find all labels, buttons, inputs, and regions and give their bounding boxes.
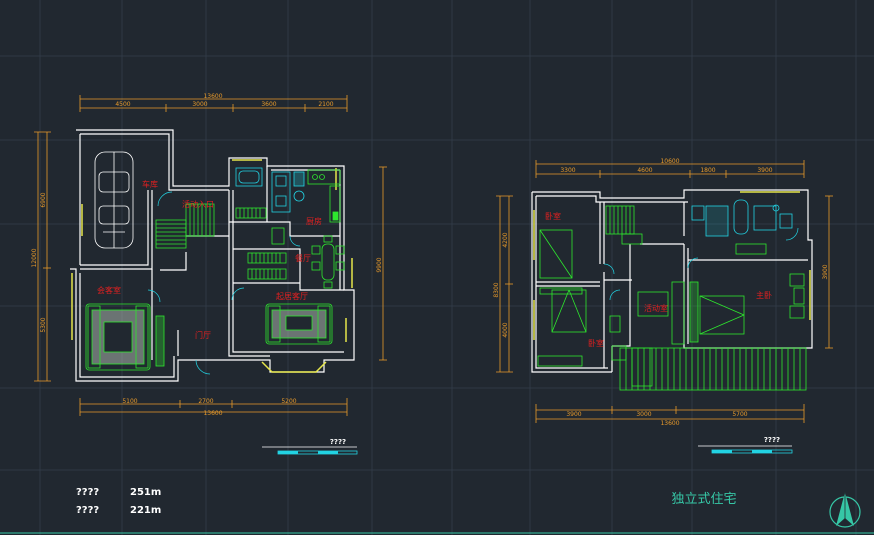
upper-dim-top-part: 3300 bbox=[560, 167, 575, 174]
room-label-bedroom-2: 卧室 bbox=[588, 338, 604, 348]
upper-dim-right: 3900 bbox=[822, 264, 829, 279]
ground-dim-top-part: 3000 bbox=[192, 101, 207, 108]
upper-dim-bottom-total: 13600 bbox=[660, 420, 679, 427]
upper-bathroom-fixtures bbox=[691, 199, 793, 237]
cad-drawing-canvas[interactable]: 13600 4500 3000 3600 2100 5100 2700 5200… bbox=[0, 0, 874, 535]
ground-dim-left-part: 5300 bbox=[40, 317, 47, 332]
ground-scale-bar bbox=[262, 446, 358, 455]
upper-scale-label: ???? bbox=[764, 436, 780, 444]
area-value: 221m bbox=[130, 505, 161, 516]
upper-dim-bottom-part: 5700 bbox=[732, 411, 747, 418]
background-grid bbox=[0, 0, 874, 535]
ground-dim-bottom-total: 13600 bbox=[203, 410, 222, 417]
upper-dim-left-outer: 8300 bbox=[493, 282, 500, 297]
room-label-stair-entry: 活动入口 bbox=[182, 199, 214, 209]
room-label-guest: 会客室 bbox=[97, 285, 121, 295]
room-label-dining: 餐厅 bbox=[295, 254, 311, 263]
room-label-kitchen: 厨房 bbox=[306, 216, 322, 226]
ground-dim-left-outer: 12000 bbox=[31, 248, 38, 267]
ground-dim-left-part: 6900 bbox=[40, 192, 47, 207]
upper-dim-left-part: 4000 bbox=[502, 322, 509, 337]
upper-walls bbox=[531, 189, 813, 373]
area-summary: ???? 251m ???? 221m bbox=[76, 487, 161, 516]
ground-stairs bbox=[155, 203, 215, 249]
room-label-activity: 活动室 bbox=[644, 303, 668, 313]
ground-bathroom-fixtures bbox=[235, 167, 305, 213]
upper-dim-left-part: 4200 bbox=[502, 232, 509, 247]
room-label-bedroom-1: 卧室 bbox=[545, 211, 561, 221]
ground-floor-plan[interactable]: 13600 4500 3000 3600 2100 5100 2700 5200… bbox=[31, 93, 387, 455]
room-label-master: 主卧 bbox=[756, 290, 772, 300]
upper-stairs bbox=[605, 205, 643, 245]
upper-dim-top-part: 1800 bbox=[700, 167, 715, 174]
area-label: ???? bbox=[76, 487, 99, 498]
room-label-hall: 门厅 bbox=[195, 330, 211, 340]
ground-dim-bottom-part: 2700 bbox=[198, 398, 213, 405]
upper-dim-top-part: 3900 bbox=[757, 167, 772, 174]
room-label-living: 起居客厅 bbox=[276, 291, 308, 301]
ground-dim-top-part: 2100 bbox=[318, 101, 333, 108]
ground-scale-label: ???? bbox=[330, 438, 346, 446]
upper-doors bbox=[603, 227, 799, 301]
area-value: 251m bbox=[130, 487, 161, 498]
guest-sofa-set-icon bbox=[85, 303, 151, 371]
upper-scale-bar bbox=[698, 445, 793, 454]
ground-dim-right: 9900 bbox=[376, 257, 383, 272]
upper-dim-top-total: 10600 bbox=[660, 158, 679, 165]
garage-car-icon bbox=[94, 151, 134, 249]
living-sofa-set-icon bbox=[265, 303, 333, 345]
ground-dim-bottom-part: 5200 bbox=[281, 398, 296, 405]
upper-dim-bottom-part: 3900 bbox=[566, 411, 581, 418]
upper-dim-top-part: 4600 bbox=[637, 167, 652, 174]
ground-dim-top-total: 13600 bbox=[203, 93, 222, 100]
dining-table-icon bbox=[311, 235, 345, 289]
upper-dim-bottom-part: 3000 bbox=[636, 411, 651, 418]
room-label-garage: 车库 bbox=[142, 179, 158, 189]
ground-dim-top-part: 3600 bbox=[261, 101, 276, 108]
ground-dim-top-part: 4500 bbox=[115, 101, 130, 108]
ground-dim-bottom-part: 5100 bbox=[122, 398, 137, 405]
area-label: ???? bbox=[76, 505, 99, 516]
drawing-title: 独立式住宅 bbox=[671, 492, 736, 507]
ground-kitchen-counter bbox=[307, 169, 341, 223]
upper-balcony bbox=[619, 347, 807, 391]
upper-dimensions bbox=[496, 160, 833, 423]
